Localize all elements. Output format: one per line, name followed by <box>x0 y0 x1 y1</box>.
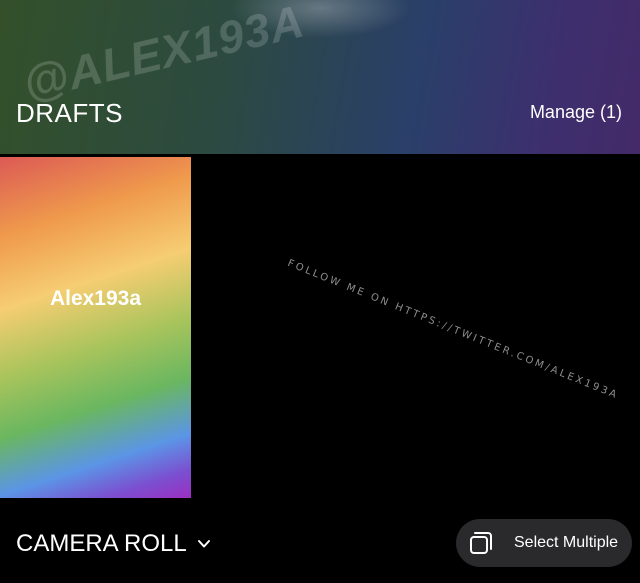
select-multiple-icon <box>468 530 494 556</box>
select-multiple-button[interactable]: Select Multiple <box>456 519 632 567</box>
camera-roll-selector[interactable]: CAMERA ROLL <box>16 530 211 558</box>
drafts-title: DRAFTS <box>16 98 123 128</box>
draft-thumbnail-label: Alex193a <box>49 287 142 310</box>
chevron-down-icon <box>197 537 211 551</box>
camera-roll-label: CAMERA ROLL <box>16 530 187 557</box>
follow-watermark: FOLLOW ME ON HTTPS://TWITTER.COM/ALEX193… <box>285 258 621 402</box>
draft-thumbnail[interactable]: Alex193a <box>0 157 191 498</box>
drafts-header: @ALEX193A DRAFTS Manage (1) <box>0 0 640 154</box>
manage-button[interactable]: Manage (1) <box>530 102 622 123</box>
watermark-handle: @ALEX193A <box>18 0 310 110</box>
select-multiple-label: Select Multiple <box>514 534 619 551</box>
